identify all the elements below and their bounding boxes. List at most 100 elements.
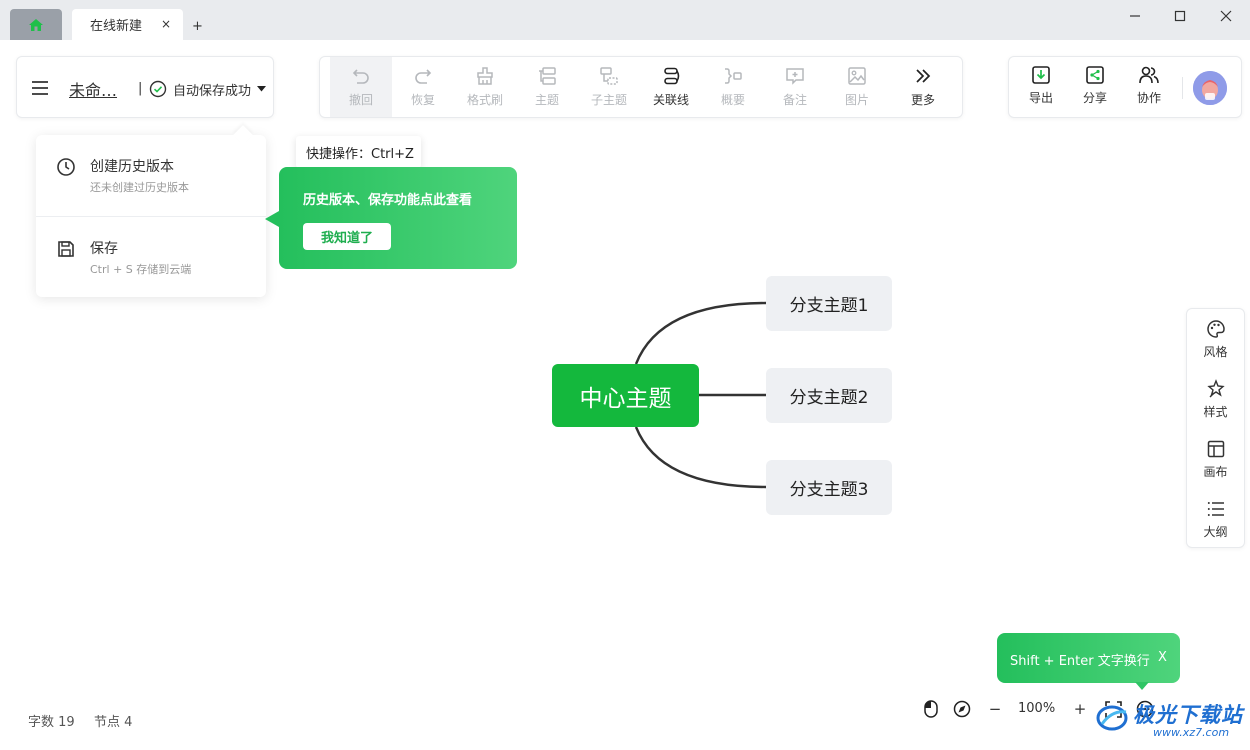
note-icon (786, 68, 804, 85)
title-bar: 在线新建 × + (0, 0, 1250, 40)
create-history-subtitle: 还未创建过历史版本 (90, 181, 189, 194)
subtopic-icon (600, 67, 618, 85)
relation-line-label: 关联线 (652, 93, 689, 107)
watermark-text: 极光下载站 (1133, 703, 1243, 727)
document-tab[interactable]: 在线新建 × (72, 9, 183, 40)
share-panel: 导出 分享 协作 (1008, 56, 1242, 118)
create-history-title: 创建历史版本 (90, 159, 174, 175)
file-panel: 未命… | 自动保存成功 (16, 56, 274, 118)
toolbar-divider (1182, 77, 1183, 99)
create-history-version-item[interactable]: 创建历史版本 还未创建过历史版本 (36, 135, 266, 215)
more-label: 更多 (910, 93, 935, 107)
menu-icon[interactable] (31, 81, 49, 95)
more-button[interactable]: 更多 (892, 57, 954, 117)
collaborate-label: 协作 (1136, 91, 1161, 105)
new-tab-button[interactable]: + (192, 19, 203, 34)
close-tab-button[interactable]: × (161, 17, 171, 31)
minimize-button[interactable] (1120, 6, 1150, 26)
image-icon (848, 67, 866, 85)
summary-label: 概要 (720, 93, 745, 107)
undo-label: 撤回 (348, 93, 373, 107)
redo-label: 恢复 (410, 93, 435, 107)
zoom-level: 100% (1018, 701, 1056, 716)
title-separator: | (138, 81, 143, 96)
mouse-icon (924, 700, 938, 718)
locate-button[interactable] (951, 697, 973, 721)
undo-icon (352, 69, 369, 84)
maximize-icon (1174, 10, 1186, 22)
save-status-label: 自动保存成功 (173, 83, 252, 99)
central-topic[interactable]: 中心主题 (552, 364, 699, 427)
note-label: 备注 (782, 93, 807, 107)
minimize-icon (1130, 15, 1140, 17)
history-onboarding-tip: 历史版本、保存功能点此查看 我知道了 (265, 167, 517, 269)
caret-down-icon (257, 86, 267, 92)
close-window-button[interactable] (1211, 6, 1241, 26)
topic-button[interactable]: 主题 (516, 57, 578, 117)
line-break-tip-text: Shift + Enter 文字换行 (1010, 654, 1150, 669)
document-tab-label: 在线新建 (90, 19, 143, 34)
mouse-mode-button[interactable] (920, 697, 942, 721)
export-button[interactable]: 导出 (1021, 65, 1061, 113)
home-tab[interactable] (10, 9, 62, 40)
canvas-icon (1207, 440, 1224, 457)
user-avatar[interactable] (1193, 71, 1227, 105)
file-title[interactable]: 未命… (69, 77, 117, 101)
collaborate-button[interactable]: 协作 (1129, 65, 1169, 113)
share-icon (1086, 66, 1104, 84)
tip-message: 历史版本、保存功能点此查看 (303, 193, 473, 208)
summary-button[interactable]: 概要 (702, 57, 764, 117)
format-style-button[interactable]: 样式 (1187, 369, 1244, 429)
redo-icon (415, 69, 432, 84)
share-button[interactable]: 分享 (1075, 65, 1115, 113)
canvas-button[interactable]: 画布 (1187, 429, 1244, 489)
line-break-tip-pointer (1135, 682, 1149, 690)
canvas-label: 画布 (1203, 464, 1228, 479)
export-label: 导出 (1028, 91, 1053, 105)
outline-button[interactable]: 大纲 (1187, 489, 1244, 549)
word-count: 字数 19 (28, 715, 75, 730)
style-theme-button[interactable]: 风格 (1187, 309, 1244, 369)
watermark-url: www.xz7.com (1153, 726, 1230, 739)
summary-icon (725, 68, 742, 84)
outline-list-icon (1207, 501, 1224, 516)
image-label: 图片 (844, 93, 869, 107)
locate-icon (953, 700, 971, 718)
format-brush-button[interactable]: 格式刷 (454, 57, 516, 117)
line-break-tip-close[interactable]: X (1158, 650, 1167, 665)
home-icon (29, 18, 43, 31)
note-button[interactable]: 备注 (764, 57, 826, 117)
branch-topic-3[interactable]: 分支主题3 (766, 460, 892, 515)
relation-line-button[interactable]: 关联线 (640, 57, 702, 117)
maximize-button[interactable] (1165, 6, 1195, 26)
export-icon (1032, 66, 1050, 84)
share-label: 分享 (1082, 91, 1107, 105)
undo-button[interactable]: 撤回 (330, 57, 392, 117)
format-brush-label: 格式刷 (466, 93, 503, 107)
subtopic-button[interactable]: 子主题 (578, 57, 640, 117)
avatar-icon (1193, 71, 1227, 105)
close-icon (1220, 10, 1232, 22)
zoom-in-button[interactable]: + (1070, 697, 1090, 721)
subtopic-label: 子主题 (590, 93, 627, 107)
save-icon (58, 241, 74, 257)
line-break-tip: Shift + Enter 文字换行 X (997, 633, 1180, 690)
zoom-out-button[interactable]: − (985, 697, 1005, 721)
tooltip-text: 快捷操作：Ctrl+Z (306, 146, 414, 162)
side-dock: 风格 样式 画布 大纲 (1186, 308, 1245, 548)
branch-topic-1[interactable]: 分支主题1 (766, 276, 892, 331)
relation-line-icon (664, 67, 680, 85)
topic-label: 主题 (534, 93, 559, 107)
save-item[interactable]: 保存 Ctrl + S 存储到云端 (36, 217, 266, 297)
topic-icon (539, 67, 556, 85)
style-theme-label: 风格 (1203, 344, 1228, 359)
branch-topic-2[interactable]: 分支主题2 (766, 368, 892, 423)
image-button[interactable]: 图片 (826, 57, 888, 117)
node-count: 节点 4 (94, 715, 133, 730)
tip-pointer (265, 211, 279, 227)
format-brush-icon (477, 67, 493, 85)
check-circle-icon (149, 80, 167, 98)
save-status-dropdown[interactable]: 自动保存成功 (149, 79, 267, 99)
got-it-button[interactable]: 我知道了 (303, 223, 391, 250)
redo-button[interactable]: 恢复 (392, 57, 454, 117)
